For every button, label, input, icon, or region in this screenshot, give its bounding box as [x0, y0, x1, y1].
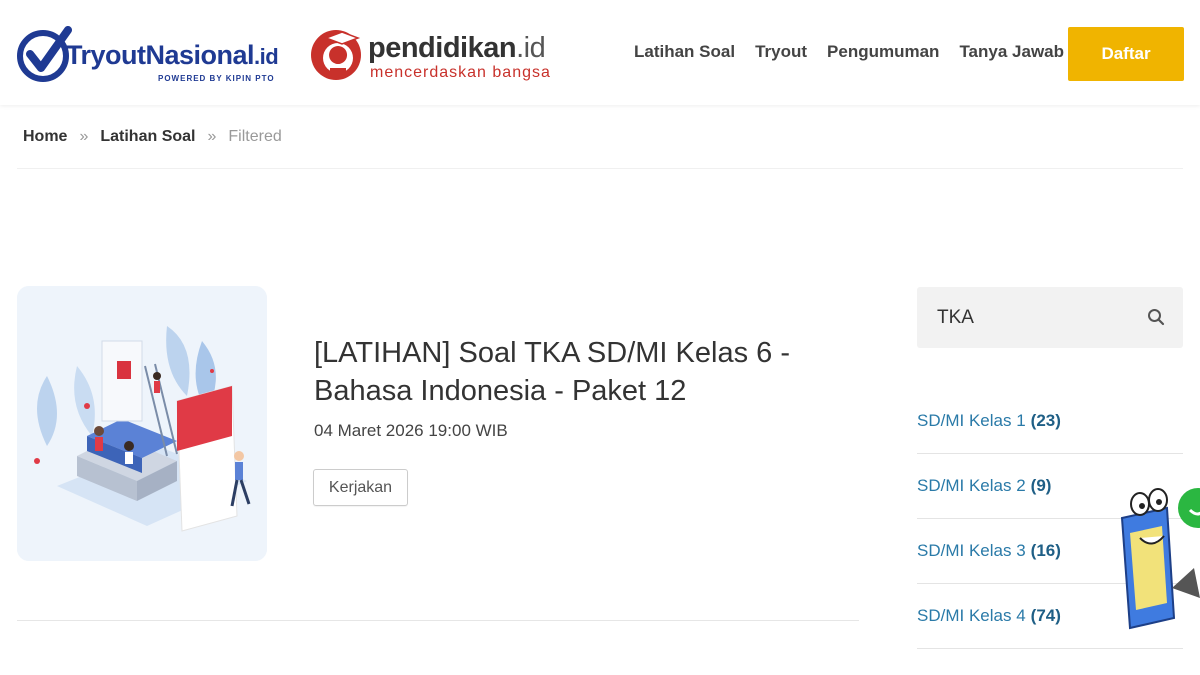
search-input[interactable]: [917, 287, 1147, 348]
kerjakan-button[interactable]: Kerjakan: [313, 469, 408, 506]
nav-pengumuman[interactable]: Pengumuman: [827, 42, 939, 62]
category-label: SD/MI Kelas 1: [917, 411, 1026, 430]
search-icon[interactable]: [1147, 308, 1165, 326]
main-nav: Latihan Soal Tryout Pengumuman Tanya Jaw…: [634, 42, 1064, 62]
checkmark-logo-icon: [17, 26, 72, 82]
logo-powered-text: POWERED BY KIPIN PTO: [158, 74, 275, 83]
category-item[interactable]: SD/MI Kelas 1 (23): [917, 389, 1183, 454]
category-label: SD/MI Kelas 2: [917, 476, 1026, 495]
category-label: SD/MI Kelas 4: [917, 606, 1026, 625]
category-label: SD/MI Kelas 3: [917, 541, 1026, 560]
post-thumbnail[interactable]: [17, 286, 267, 561]
partner-name-text: pendidikan.id: [368, 32, 546, 64]
post-date: 04 Maret 2026 19:00 WIB: [314, 421, 508, 440]
daftar-button[interactable]: Daftar: [1068, 27, 1184, 81]
graduate-head-icon: [311, 30, 361, 80]
logo-brand-text: TryoutNasional.id: [66, 40, 279, 70]
nav-tanya-jawab[interactable]: Tanya Jawab: [959, 42, 1064, 62]
nav-latihan-soal[interactable]: Latihan Soal: [634, 42, 735, 62]
pendidikan-logo[interactable]: pendidikan.id mencerdaskan bangsa: [308, 22, 568, 86]
breadcrumb: Home » Latihan Soal » Filtered: [23, 128, 282, 146]
whatsapp-icon: [1178, 488, 1200, 528]
search-box: [917, 287, 1183, 348]
breadcrumb-separator: »: [207, 128, 217, 145]
category-count: (9): [1030, 476, 1052, 495]
mascot-chat-icon[interactable]: [1112, 478, 1200, 638]
breadcrumb-separator: »: [79, 128, 89, 145]
category-count: (74): [1030, 606, 1061, 625]
category-count: (16): [1030, 541, 1061, 560]
tryoutnasional-logo[interactable]: TryoutNasional.id POWERED BY KIPIN PTO: [16, 22, 281, 88]
breadcrumb-latihan-soal[interactable]: Latihan Soal: [100, 128, 195, 146]
partner-tagline: mencerdaskan bangsa: [370, 64, 551, 81]
breadcrumb-divider: [17, 168, 1183, 169]
nav-tryout[interactable]: Tryout: [755, 42, 807, 62]
card-divider: [17, 620, 859, 621]
site-header: TryoutNasional.id POWERED BY KIPIN PTO p…: [0, 0, 1200, 105]
post-title[interactable]: [LATIHAN] Soal TKA SD/MI Kelas 6 - Bahas…: [314, 334, 834, 410]
breadcrumb-current: Filtered: [228, 128, 282, 145]
category-count: (23): [1030, 411, 1061, 430]
breadcrumb-home[interactable]: Home: [23, 128, 67, 146]
books-illustration: [17, 286, 267, 561]
